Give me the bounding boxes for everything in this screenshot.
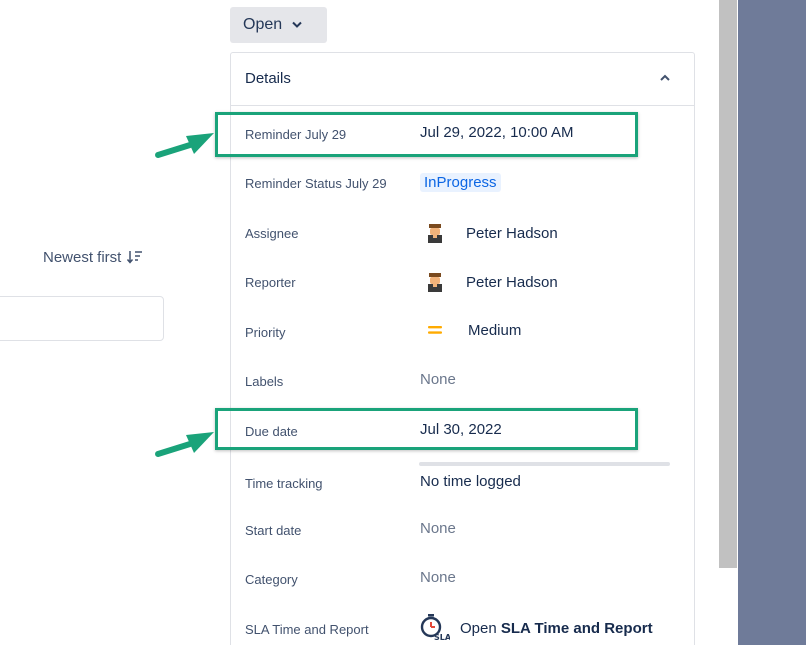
avatar [426,272,444,292]
priority-value: Medium [468,322,522,339]
priority-medium-icon [428,322,442,339]
scrollbar-thumb[interactable] [719,0,737,568]
sla-link-strong: SLA Time and Report [500,619,653,637]
sla-icon-text: SLA [434,633,450,642]
field-category: Category None [231,568,694,592]
sla-link-prefix: Open [460,619,497,637]
sla-link-text: Open SLA Time and Report [460,620,653,637]
backdrop-overlay [738,0,806,645]
field-label: SLA Time and Report [245,622,369,637]
highlight-box-due-date [215,408,638,450]
field-start-date: Start date None [231,519,694,543]
chevron-up-icon[interactable] [659,70,671,88]
field-assignee: Assignee Peter Hadson [231,222,694,246]
arrow-annotation-icon [155,432,214,457]
time-tracking-bar[interactable] [419,462,670,466]
field-label: Assignee [245,226,299,241]
field-sla: SLA Time and Report SLA Open SLA Time an… [231,614,694,642]
field-label: Reporter [245,275,296,290]
field-reporter: Reporter Peter Hadson [231,271,694,295]
field-label: Priority [245,325,286,340]
field-reminder-status: Reminder Status July 29 InProgress [231,172,694,196]
field-value-wrap: InProgress [420,173,501,192]
field-value-wrap[interactable]: Peter Hadson [420,272,558,292]
avatar [426,223,444,243]
field-value-wrap[interactable]: Peter Hadson [420,223,558,243]
assignee-name: Peter Hadson [466,224,558,242]
field-label: Category [245,572,298,587]
field-priority: Priority Medium [231,321,694,345]
field-labels: Labels None [231,370,694,394]
field-time-tracking: Time tracking No time logged [231,462,694,496]
sort-descending-icon [127,250,143,264]
arrow-annotation-icon [155,133,214,158]
field-value[interactable]: None [420,371,456,388]
field-value-wrap[interactable]: Medium [420,322,521,339]
status-dropdown-button[interactable]: Open [230,7,327,43]
highlight-box-reminder [215,112,638,157]
field-value[interactable]: No time logged [420,473,521,490]
field-label: Reminder Status July 29 [245,176,387,191]
details-header[interactable]: Details [231,53,694,106]
field-value[interactable]: None [420,520,456,537]
field-label: Time tracking [245,476,323,491]
status-lozenge[interactable]: InProgress [420,173,501,192]
field-value[interactable]: None [420,569,456,586]
comment-input[interactable] [0,296,164,341]
reporter-name: Peter Hadson [466,273,558,291]
field-label: Start date [245,523,302,538]
status-label: Open [243,16,283,33]
sla-link[interactable]: SLA Open SLA Time and Report [420,614,653,642]
chevron-down-icon [292,16,302,34]
sort-order-button[interactable]: Newest first [43,246,143,268]
sort-order-label: Newest first [43,248,122,266]
field-label: Labels [245,374,284,389]
details-title: Details [245,70,291,87]
stopwatch-icon: SLA [420,614,452,642]
